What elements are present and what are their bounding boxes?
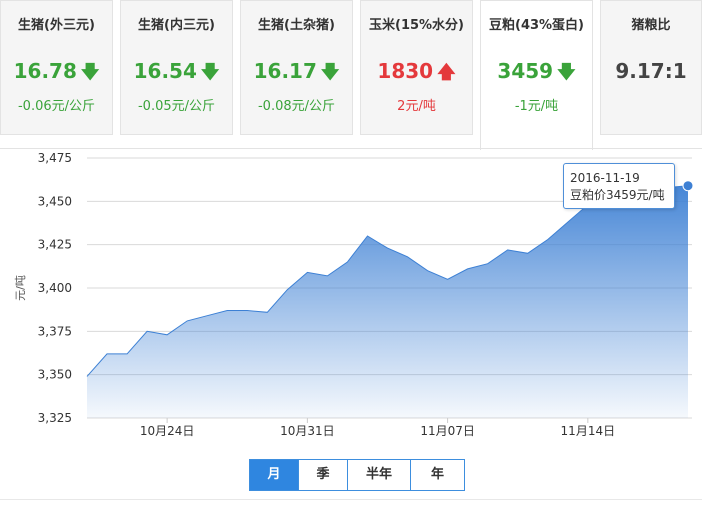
price-chart: 3,325 3,350 3,375 3,400 3,425 3,450 3,475 10月2… <box>14 151 694 438</box>
series-area <box>87 185 688 418</box>
range-quarter-button[interactable]: 季 <box>299 459 348 491</box>
y-tick-label: 3,350 <box>38 368 72 382</box>
x-tick-label: 11月07日 <box>420 424 475 438</box>
y-tick-label: 3,400 <box>38 281 72 295</box>
y-axis-label: 元/吨 <box>14 275 27 301</box>
y-tick-label: 3,325 <box>38 411 72 425</box>
divider <box>0 499 702 500</box>
range-month-button[interactable]: 月 <box>249 459 299 491</box>
x-tick-label: 11月14日 <box>561 424 616 438</box>
chart-tooltip: 2016-11-19 豆粕价3459元/吨 <box>563 163 675 209</box>
tooltip-text: 豆粕价3459元/吨 <box>570 188 665 202</box>
x-tick-label: 10月24日 <box>140 424 195 438</box>
y-tick-label: 3,425 <box>38 238 72 252</box>
y-tick-label: 3,450 <box>38 194 72 208</box>
range-year-button[interactable]: 年 <box>411 459 465 491</box>
y-tick-label: 3,475 <box>38 151 72 165</box>
series-points <box>682 180 694 192</box>
y-tick-label: 3,375 <box>38 324 72 338</box>
tooltip-date: 2016-11-19 <box>570 171 640 185</box>
range-selector: 月 季 半年 年 <box>249 459 465 491</box>
x-axis: 10月24日 10月31日 11月07日 11月14日 <box>140 418 615 438</box>
range-halfyear-button[interactable]: 半年 <box>348 459 411 491</box>
highlight-point <box>682 180 694 192</box>
y-axis: 3,325 3,350 3,375 3,400 3,425 3,450 3,475 <box>38 151 72 425</box>
x-tick-label: 10月31日 <box>280 424 335 438</box>
